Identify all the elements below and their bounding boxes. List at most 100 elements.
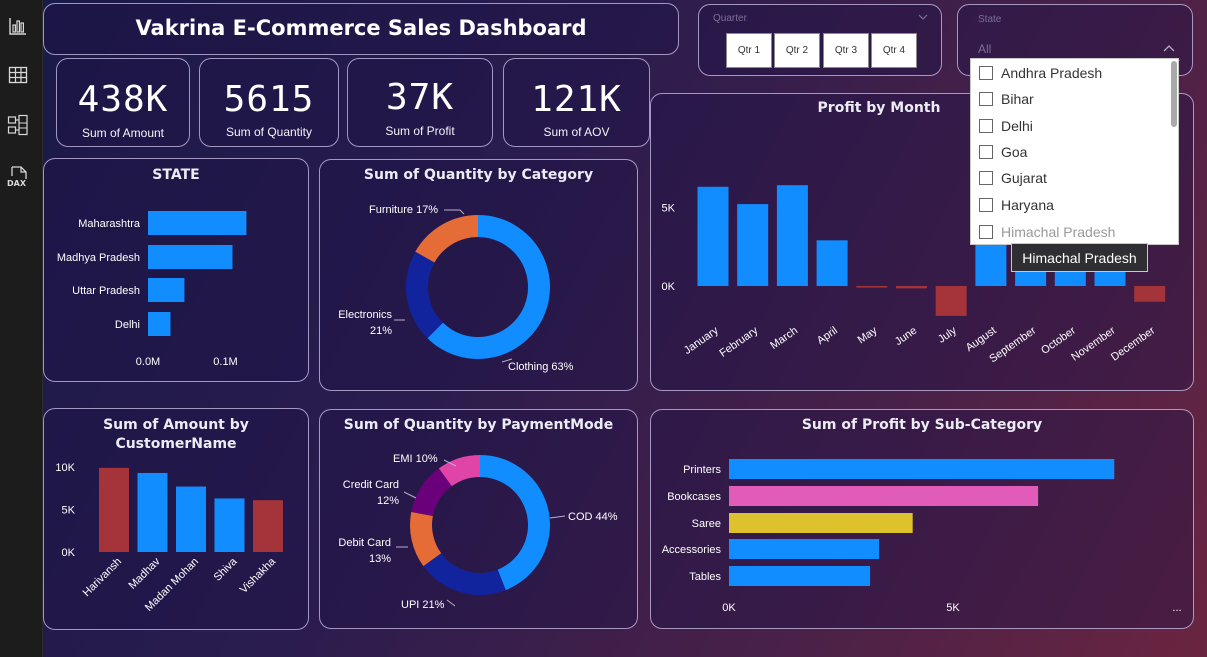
- tick-label: 0K: [62, 547, 76, 559]
- kpi-label: Sum of Amount: [81, 126, 165, 140]
- report-canvas: Vakrina E-Commerce Sales Dashboard 438K …: [43, 0, 1207, 657]
- tick-label: 5K: [62, 505, 76, 517]
- leader-line: [446, 599, 456, 607]
- state-option-haryana[interactable]: Haryana: [971, 192, 1167, 218]
- category-label: February: [717, 324, 760, 359]
- state-option-himachal-pradesh[interactable]: Himachal Pradesh: [971, 219, 1167, 244]
- state-option-delhi[interactable]: Delhi: [971, 113, 1167, 139]
- state-option-bihar[interactable]: Bihar: [971, 86, 1167, 112]
- category-label: December: [1109, 324, 1158, 363]
- checkbox[interactable]: [979, 171, 993, 185]
- option-label: Bihar: [1001, 91, 1034, 107]
- checkbox[interactable]: [979, 119, 993, 133]
- donut-slice: [480, 455, 550, 591]
- category-label: Bookcases: [667, 491, 721, 503]
- option-label: Andhra Pradesh: [1001, 65, 1103, 81]
- quarter-slicer: Quarter Qtr 1 Qtr 2 Qtr 3 Qtr 4: [698, 4, 942, 76]
- category-label: April: [815, 325, 840, 347]
- quarter-button-qtr1[interactable]: Qtr 1: [726, 33, 772, 68]
- bar: [896, 286, 927, 289]
- kpi-label: Sum of Profit: [385, 124, 455, 138]
- category-label: Tables: [689, 571, 721, 583]
- quarter-button-qtr3[interactable]: Qtr 3: [823, 33, 869, 68]
- table-view-icon[interactable]: [7, 64, 29, 86]
- quantity-by-payment-card: Sum of Quantity by PaymentMode COD 44% UP…: [319, 409, 638, 629]
- quarter-button-qtr4[interactable]: Qtr 4: [871, 33, 917, 68]
- report-view-icon[interactable]: [7, 15, 29, 37]
- checkbox[interactable]: [979, 92, 993, 106]
- amount-by-customer-chart: 10K5K0KHarivansh MadhavMadan Mohan ShivaVi…: [55, 462, 283, 614]
- quarter-button-qtr2[interactable]: Qtr 2: [774, 33, 820, 68]
- bar: [99, 467, 129, 552]
- donut-slice: [406, 251, 443, 339]
- slice-label: Debit Card: [338, 537, 391, 549]
- kpi-card-profit: 37K Sum of Profit: [347, 58, 493, 147]
- leader-line: [403, 491, 417, 499]
- checkbox[interactable]: [979, 66, 993, 80]
- tick-label: 5K: [662, 202, 676, 214]
- donut-slice: [415, 215, 478, 263]
- category-label: June: [893, 325, 919, 349]
- title-card: Vakrina E-Commerce Sales Dashboard: [43, 3, 679, 55]
- bar: [856, 286, 888, 288]
- category-label: Delhi: [115, 319, 140, 331]
- state-option-tooltip: Himachal Pradesh: [1011, 243, 1148, 272]
- category-label: Maharashtra: [78, 218, 141, 230]
- bar: [148, 211, 247, 235]
- category-label: Accessories: [662, 544, 722, 556]
- bar: [729, 513, 913, 533]
- bar: [935, 286, 967, 316]
- model-view-icon[interactable]: [7, 114, 29, 136]
- bar: [148, 312, 171, 336]
- scrollbar-thumb[interactable]: [1171, 61, 1177, 127]
- category-label: August: [964, 325, 999, 354]
- state-selected-value: All: [978, 42, 992, 56]
- bar: [729, 539, 880, 559]
- bar: [1134, 286, 1166, 302]
- category-label: Uttar Pradesh: [72, 285, 140, 297]
- bar: [137, 472, 168, 552]
- profit-by-subcategory-card: Sum of Profit by Sub-Category Printers Bo…: [650, 409, 1194, 629]
- checkbox[interactable]: [979, 198, 993, 212]
- checkbox[interactable]: [979, 145, 993, 159]
- bar: [729, 459, 1115, 479]
- option-label: Gujarat: [1001, 170, 1047, 186]
- state-bar-chart: Maharashtra Madhya Pradesh Uttar Pradesh De…: [57, 211, 247, 368]
- category-label: March: [768, 325, 800, 352]
- category-label: Printers: [683, 464, 721, 476]
- donut-slice: [423, 553, 506, 595]
- slicer-header: State: [978, 14, 1002, 25]
- slice-label: Clothing 63%: [508, 361, 574, 373]
- slice-label: Electronics: [338, 309, 392, 321]
- state-dropdown-list: Andhra Pradesh Bihar Delhi Goa Gujarat H…: [970, 58, 1179, 245]
- tick-label: 0.0M: [136, 356, 160, 368]
- slice-label: COD 44%: [568, 511, 618, 523]
- state-option-goa[interactable]: Goa: [971, 139, 1167, 165]
- quantity-by-category-donut: Clothing 63% Electronics 21% Furniture 17%: [338, 204, 574, 373]
- category-label: January: [682, 324, 721, 357]
- amount-by-customer-card: Sum of Amount by CustomerName 10K 5K 0K Har…: [43, 408, 309, 630]
- bar: [148, 245, 233, 269]
- category-label: Madhav: [126, 555, 163, 592]
- chevron-down-icon[interactable]: [918, 14, 928, 20]
- category-label: Saree: [692, 518, 721, 530]
- bar: [729, 486, 1039, 506]
- tick-label: 0.1M: [213, 356, 237, 368]
- kpi-value: 37K: [385, 77, 455, 118]
- profit-by-subcategory-chart: Printers Bookcases Saree Accessories Tables 0…: [662, 459, 1182, 614]
- option-label: Delhi: [1001, 118, 1033, 134]
- state-card: STATE Maharashtra Madhya Pradesh Uttar Pra…: [43, 158, 309, 382]
- dax-query-icon[interactable]: DAX: [7, 165, 29, 189]
- bar: [214, 498, 245, 552]
- view-rail: DAX: [0, 0, 43, 657]
- slicer-header: Quarter: [713, 13, 747, 24]
- dropdown-scrollbar[interactable]: [1169, 59, 1178, 244]
- bar: [816, 240, 848, 286]
- kpi-label: Sum of Quantity: [225, 125, 313, 139]
- checkbox[interactable]: [979, 225, 993, 239]
- bar: [729, 566, 871, 586]
- state-option-andhra-pradesh[interactable]: Andhra Pradesh: [971, 60, 1167, 86]
- state-option-gujarat[interactable]: Gujarat: [971, 165, 1167, 191]
- chevron-up-icon[interactable]: [1163, 45, 1175, 52]
- kpi-value: 438K: [77, 79, 169, 120]
